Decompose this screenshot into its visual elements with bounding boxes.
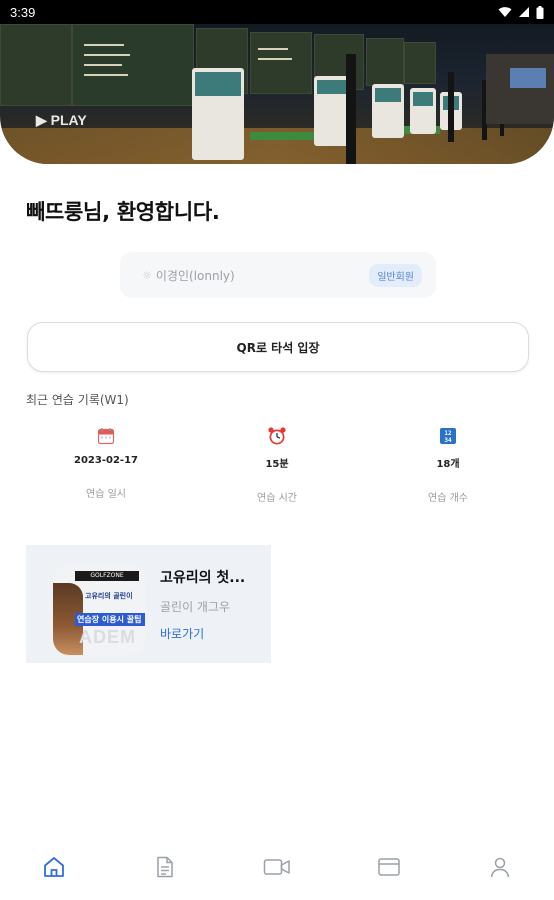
wifi-icon (498, 7, 512, 17)
welcome-heading: 빼뜨룽님, 환영합니다. (26, 200, 220, 224)
nav-home[interactable] (34, 852, 74, 882)
qr-entry-button[interactable]: QR로 타석 입장 (27, 322, 529, 372)
battery-icon (536, 5, 544, 19)
promo-link[interactable]: 바로가기 (160, 625, 204, 642)
nav-records[interactable] (145, 852, 185, 882)
calendar-icon (97, 428, 115, 445)
status-bar: 3:39 (0, 0, 554, 24)
stat-label: 연습 시간 (257, 493, 297, 504)
document-icon (157, 856, 173, 878)
stat-label: 연습 개수 (428, 493, 468, 504)
practice-record-title: 최근 연습 기록(W1) (26, 393, 129, 407)
member-card[interactable]: ☼ 이경인(lonnly) 일반회원 (120, 252, 436, 298)
bottom-navigation (0, 840, 554, 900)
stat-value: 2023-02-17 (74, 455, 138, 466)
stat-practice-date: 2023-02-17 연습 일시 (36, 425, 176, 500)
thumb-logo-text: GOLFZONE (75, 571, 139, 581)
member-name: 이경인(lonnly) (155, 268, 235, 283)
thumb-caption: 연습장 이용시 꿀팁 (75, 613, 145, 626)
nav-video[interactable] (257, 852, 297, 882)
video-icon (263, 859, 290, 875)
signal-icon (519, 7, 529, 17)
svg-text:12: 12 (444, 430, 452, 437)
sun-icon: ☼ (142, 268, 152, 282)
svg-text:34: 34 (444, 437, 452, 444)
thumb-academy-text: ADEM (79, 627, 136, 647)
promo-title: 고유리의 첫... (160, 570, 246, 586)
member-grade-badge: 일반회원 (369, 263, 422, 287)
promo-subtitle: 골린이 개그우 (160, 600, 231, 614)
counter-icon: 12 34 (440, 428, 456, 444)
stat-practice-count: 12 34 18개 연습 개수 (378, 425, 518, 504)
hero-banner-image: ▶ PLAY (0, 24, 554, 164)
thumb-subtitle: 고유리의 골린이 (85, 592, 133, 600)
hero-play-text: ▶ PLAY (36, 112, 87, 128)
nav-card[interactable] (369, 852, 409, 882)
status-time: 3:39 (10, 4, 36, 20)
profile-icon (490, 857, 510, 878)
video-thumbnail: GOLFZONE 고유리의 골린이 연습장 이용시 꿀팁 ADEM (53, 565, 145, 655)
card-icon (378, 858, 400, 876)
stat-practice-time: 15분 연습 시간 (207, 425, 347, 504)
video-promo-card[interactable]: GOLFZONE 고유리의 골린이 연습장 이용시 꿀팁 ADEM 고유리의 첫… (26, 545, 271, 663)
stat-value: 15분 (265, 459, 289, 470)
status-icons (498, 5, 544, 19)
nav-profile[interactable] (480, 852, 520, 882)
home-icon (44, 857, 64, 877)
alarm-clock-icon (268, 427, 286, 445)
practice-stats: 2023-02-17 연습 일시 15분 연습 시간 12 34 18개 연습 … (0, 425, 554, 505)
stat-label: 연습 일시 (86, 489, 126, 500)
stat-value: 18개 (436, 459, 460, 470)
